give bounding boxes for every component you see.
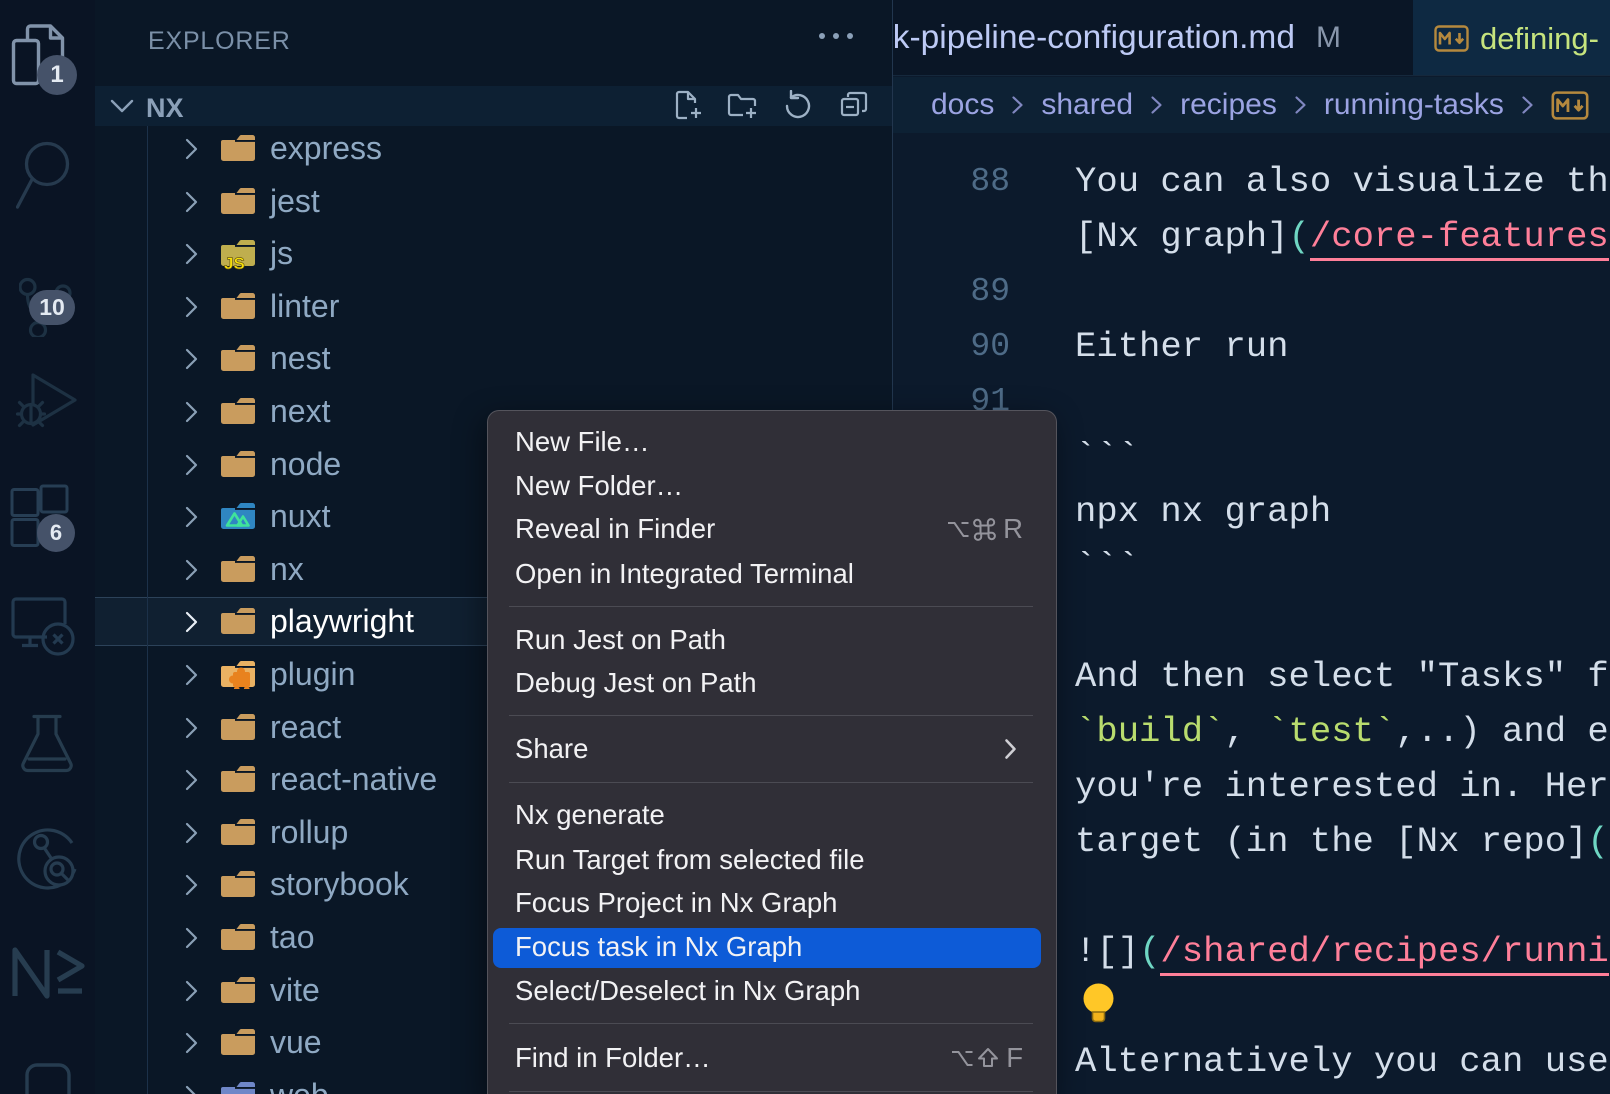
svg-text:JS: JS <box>224 254 245 270</box>
